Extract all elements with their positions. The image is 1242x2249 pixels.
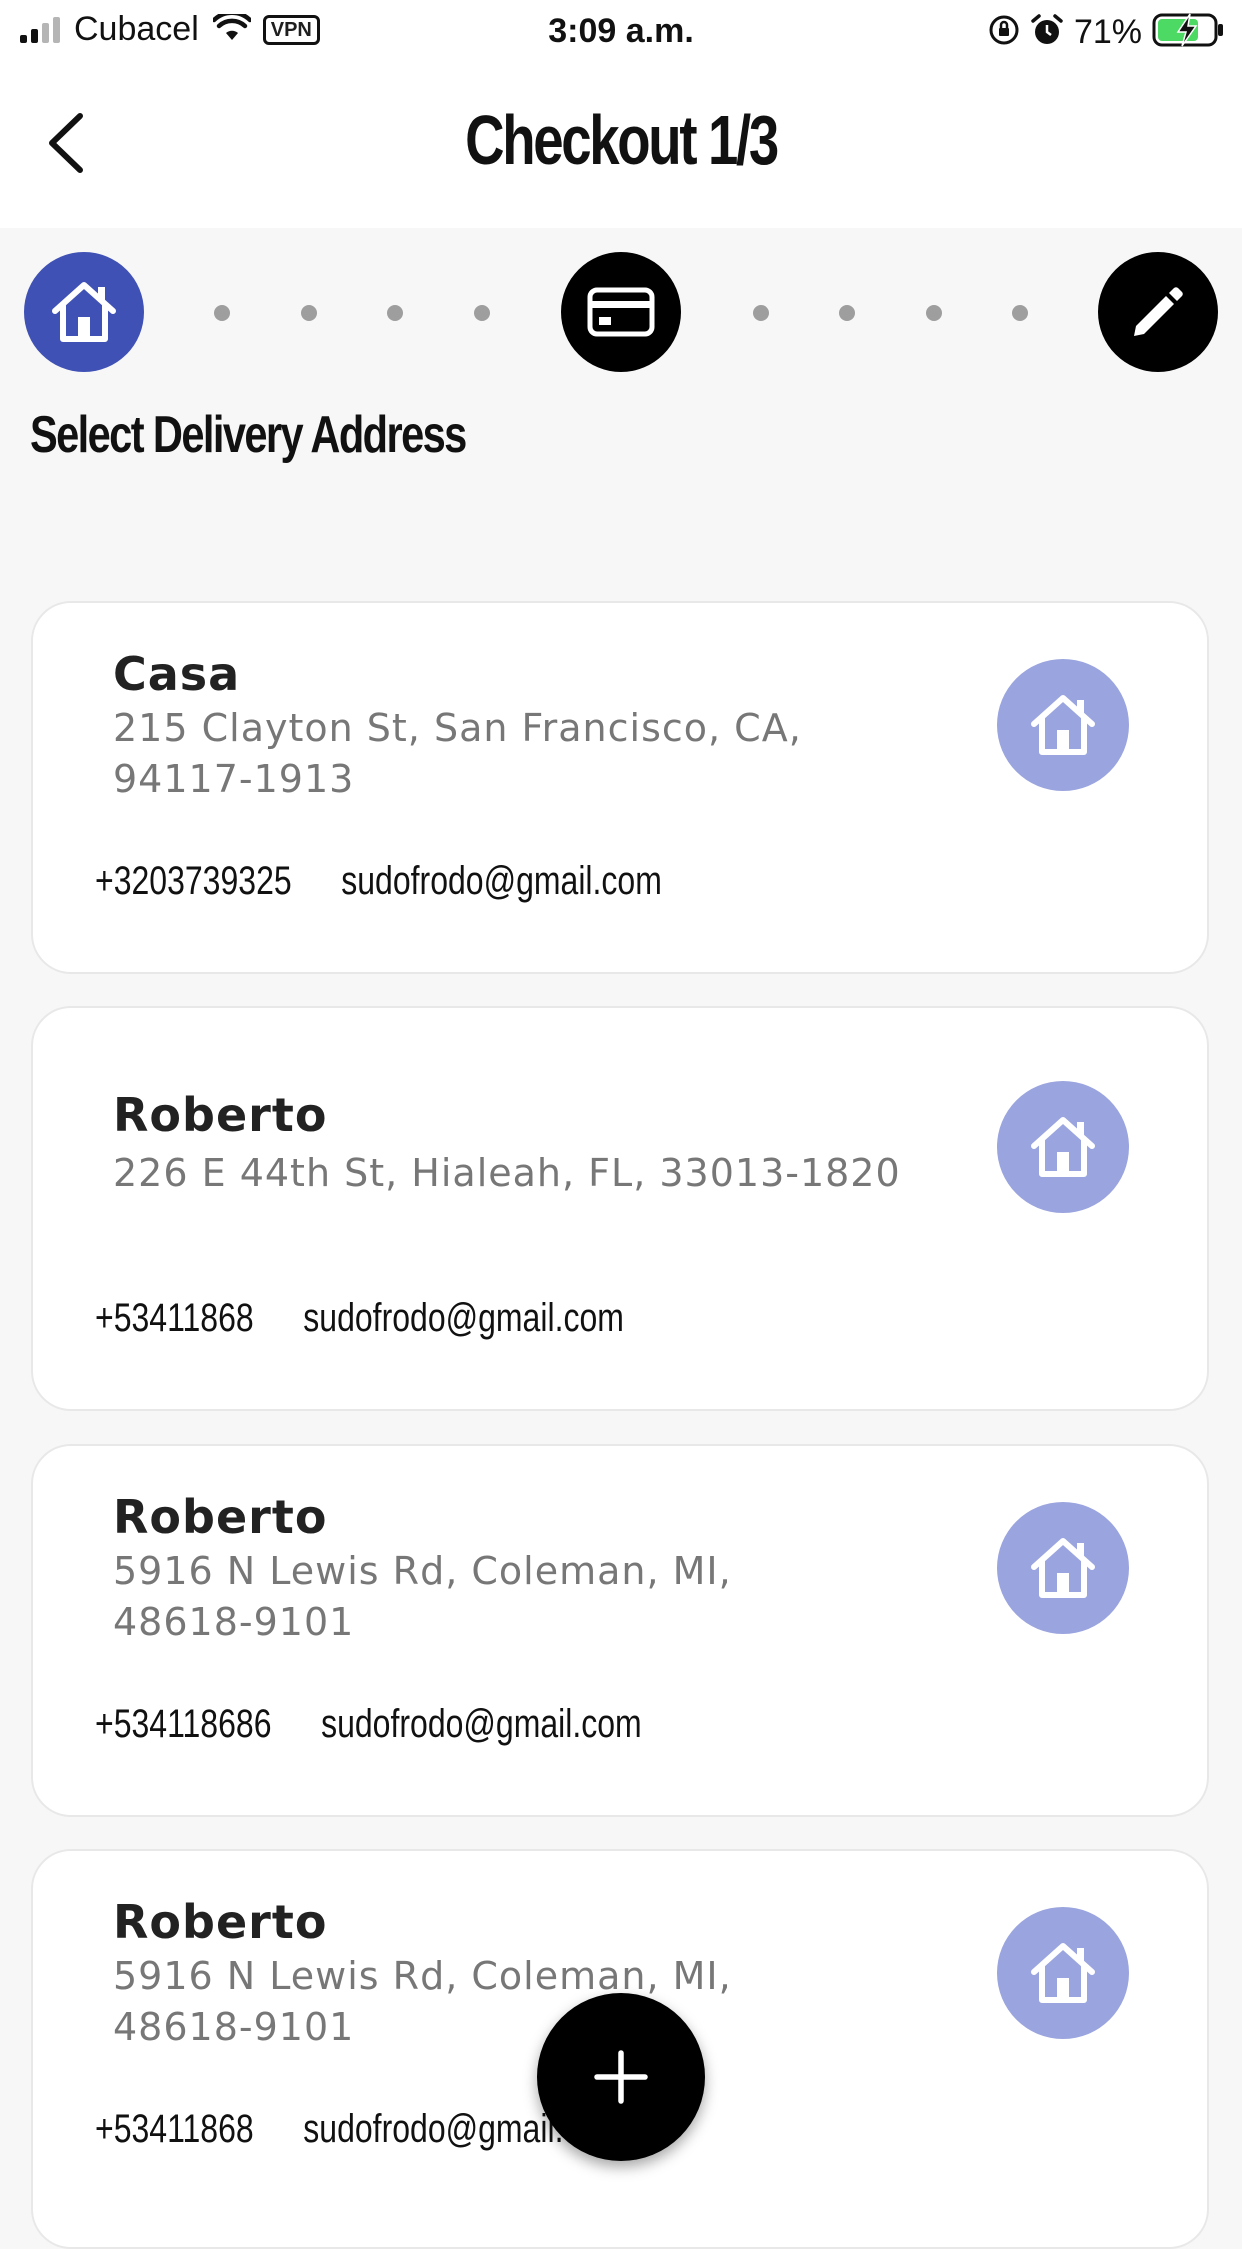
address-type-badge [997,1081,1129,1213]
step-connector-dot [839,305,855,321]
address-phone: +3203739325 [95,859,292,903]
home-icon [1031,695,1095,755]
home-icon [1031,1538,1095,1598]
address-contact: +534118686 sudofrodo@gmail.com [95,1702,642,1747]
section-title: Select Delivery Address [30,406,467,464]
step-connector-dot [753,305,769,321]
address-card[interactable]: Roberto 5916 N Lewis Rd, Coleman, MI, 48… [31,1444,1209,1817]
address-email: sudofrodo@gmail.com [321,1702,642,1746]
app-header: Checkout 1/3 [0,62,1242,228]
status-bar: Cubacel VPN 3:09 a.m. 71% [0,0,1242,62]
step-address[interactable] [24,252,144,372]
home-icon [52,282,116,342]
credit-card-icon [587,287,655,337]
address-name: Roberto [113,1088,328,1142]
address-phone: +53411868 [95,1296,254,1340]
home-icon [1031,1943,1095,2003]
rotation-lock-icon [988,14,1020,50]
home-icon [1031,1117,1095,1177]
address-contact: +3203739325 sudofrodo@gmail.com [95,859,662,904]
address-email: sudofrodo@gmail.com [341,859,662,903]
pencil-icon [1134,287,1183,336]
step-connector-dot [1012,305,1028,321]
chevron-left-icon [49,113,83,173]
address-type-badge [997,659,1129,791]
step-connector-dot [474,305,490,321]
step-payment[interactable] [561,252,681,372]
address-text: 5916 N Lewis Rd, Coleman, MI, 48618-9101 [113,1954,732,2049]
plus-icon [594,2050,648,2104]
step-connector-dot [214,305,230,321]
address-card[interactable]: Casa 215 Clayton St, San Francisco, CA, … [31,601,1209,974]
address-type-badge [997,1907,1129,2039]
step-connector-dot [926,305,942,321]
address-text: 226 E 44th St, Hialeah, FL, 33013-1820 [113,1151,901,1195]
address-name: Roberto [113,1895,328,1949]
address-card[interactable]: Roberto 226 E 44th St, Hialeah, FL, 3301… [31,1006,1209,1411]
address-phone: +534118686 [95,1702,272,1746]
page-title: Checkout 1/3 [465,101,779,179]
alarm-icon [1030,13,1064,51]
address-type-badge [997,1502,1129,1634]
battery-charging-icon [1152,12,1226,52]
address-email: sudofrodo@gmail.com [303,1296,624,1340]
step-connector-dot [301,305,317,321]
address-text: 5916 N Lewis Rd, Coleman, MI, 48618-9101 [113,1549,732,1644]
address-name: Roberto [113,1490,328,1544]
address-name: Casa [113,647,241,701]
address-contact: +53411868 sudofrodo@gmail.com [95,1296,624,1341]
battery-percent: 71% [1073,12,1142,51]
add-address-button[interactable] [537,1993,705,2161]
address-text: 215 Clayton St, San Francisco, CA, 94117… [113,706,802,801]
step-connector-dot [387,305,403,321]
status-bar-right: 71% [988,12,1226,52]
address-phone: +53411868 [95,2107,254,2151]
checkout-stepper [24,252,1218,374]
step-review[interactable] [1098,252,1218,372]
back-button[interactable] [36,108,96,178]
